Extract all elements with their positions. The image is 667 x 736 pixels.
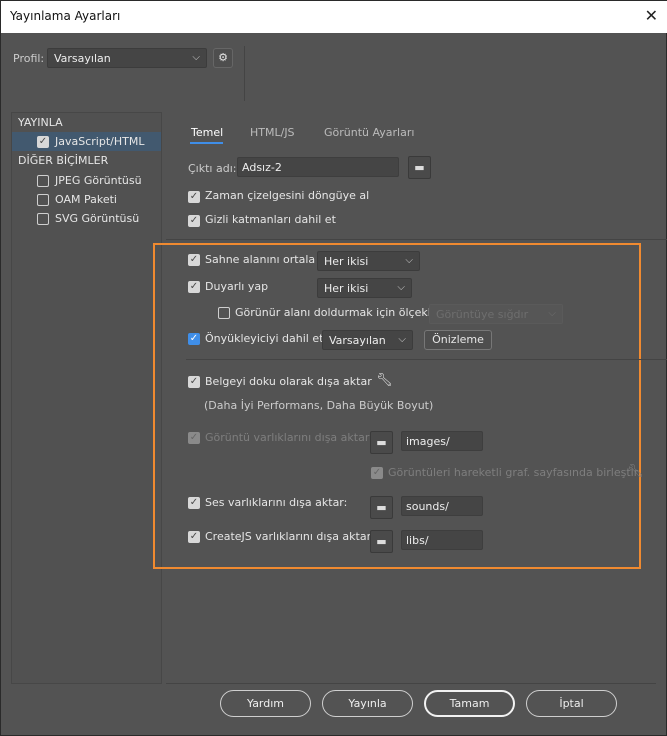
output-label: Çıktı adı: [188,162,237,175]
preview-button[interactable]: Önizleme [424,330,492,350]
image-path-input[interactable]: images/ [401,431,483,451]
publish-button[interactable]: Yayınla [322,690,413,717]
image-assets-checkbox: ✓ [188,432,200,444]
sidebar-item-javascript-html[interactable]: ✓ JavaScript/HTML [12,132,161,151]
close-icon[interactable]: ✕ [645,6,658,25]
gear-button[interactable]: ⚙ [213,48,233,68]
tab-temel[interactable]: Temel [191,126,223,139]
ok-button[interactable]: Tamam [424,690,515,717]
checkbox[interactable] [37,213,49,225]
texture-checkbox[interactable]: ✓ [188,376,200,388]
tab-image-settings[interactable]: Görüntü Ayarları [324,126,414,139]
responsive-label: Duyarlı yap [205,280,269,293]
scale-label: Görünür alanı doldurmak için ölçekle [235,306,438,319]
responsive-checkbox[interactable]: ✓ [188,281,200,293]
loop-label: Zaman çizelgesini döngüye al [205,189,370,202]
help-button[interactable]: Yardım [220,690,311,717]
folder-icon: ▬ [414,161,425,174]
scale-select[interactable]: Görüntüye sığdır ⌵ [429,304,563,324]
center-stage-checkbox[interactable]: ✓ [188,254,200,266]
scale-checkbox[interactable] [218,307,230,319]
spritesheet-label: Görüntüleri hareketli graf. sayfasında b… [388,466,639,479]
sidebar-item-jpeg[interactable]: JPEG Görüntüsü [12,172,161,191]
active-tab-indicator [190,142,223,144]
wrench-icon[interactable]: 🔧︎ [376,373,393,388]
center-stage-select[interactable]: Her ikisi ⌵ [317,251,420,271]
folder-icon: ▬ [376,535,387,548]
preloader-checkbox[interactable]: ✓ [188,333,200,345]
sidebar-item-oam[interactable]: OAM Paketi [12,191,161,210]
chevron-down-icon: ⌵ [548,308,556,319]
sidebar-header-publish: YAYINLA [18,116,63,129]
hidden-layers-label: Gizli katmanları dahil et [205,213,336,226]
sidebar-item-svg[interactable]: SVG Görüntüsü [12,210,161,229]
checkbox[interactable]: ✓ [37,136,49,148]
output-name-input[interactable]: Adsız-2 [237,157,399,177]
sidebar-header-other: DİĞER BİÇİMLER [18,154,109,167]
cancel-button[interactable]: İptal [526,690,617,717]
profile-select[interactable]: Varsayılan ⌵ [47,48,207,68]
sound-assets-checkbox[interactable]: ✓ [188,497,200,509]
chevron-down-icon: ⌵ [398,334,406,345]
sidebar-item-label: SVG Görüntüsü [55,212,140,225]
folder-button[interactable]: ▬ [370,496,393,519]
divider [244,46,245,101]
loop-checkbox[interactable]: ✓ [188,191,200,203]
sound-path-input[interactable]: sounds/ [401,496,483,516]
chevron-down-icon: ⌵ [397,282,405,293]
texture-note: (Daha İyi Performans, Daha Büyük Boyut) [204,399,434,412]
divider [166,239,667,240]
folder-button[interactable]: ▬ [370,431,393,454]
spritesheet-checkbox: ✓ [371,467,383,479]
preloader-select[interactable]: Varsayılan ⌵ [322,330,413,350]
divider [166,683,656,684]
folder-icon: ▬ [376,436,387,449]
image-assets-label: Görüntü varlıklarını dışa aktar: [205,431,373,444]
responsive-select[interactable]: Her ikisi ⌵ [317,278,412,298]
title-bar: Yayınlama Ayarları ✕ [1,1,667,33]
gear-icon: ⚙ [218,51,228,64]
tab-html-js[interactable]: HTML/JS [250,126,295,139]
sidebar-item-label: JPEG Görüntüsü [55,174,142,187]
wrench-icon: 🔧︎ [627,464,644,479]
sidebar: YAYINLA ✓ JavaScript/HTML DİĞER BİÇİMLER… [11,112,162,684]
createjs-assets-checkbox[interactable]: ✓ [188,531,200,543]
folder-icon: ▬ [376,501,387,514]
profile-label: Profil: [13,52,45,65]
folder-button[interactable]: ▬ [408,156,431,179]
createjs-path-input[interactable]: libs/ [401,530,483,550]
createjs-assets-label: CreateJS varlıklarını dışa aktar: [205,530,375,543]
chevron-down-icon: ⌵ [192,52,200,63]
sound-assets-label: Ses varlıklarını dışa aktar: [205,496,348,509]
sidebar-item-label: JavaScript/HTML [55,135,145,148]
divider [186,359,667,360]
texture-label: Belgeyi doku olarak dışa aktar [205,375,372,388]
sidebar-item-label: OAM Paketi [55,193,117,206]
folder-button[interactable]: ▬ [370,530,393,553]
checkbox[interactable] [37,194,49,206]
window-title: Yayınlama Ayarları [10,9,121,23]
preloader-label: Önyükleyiciyi dahil et [205,332,324,345]
hidden-layers-checkbox[interactable]: ✓ [188,215,200,227]
checkbox[interactable] [37,175,49,187]
chevron-down-icon: ⌵ [405,255,413,266]
center-stage-label: Sahne alanını ortala [205,253,316,266]
